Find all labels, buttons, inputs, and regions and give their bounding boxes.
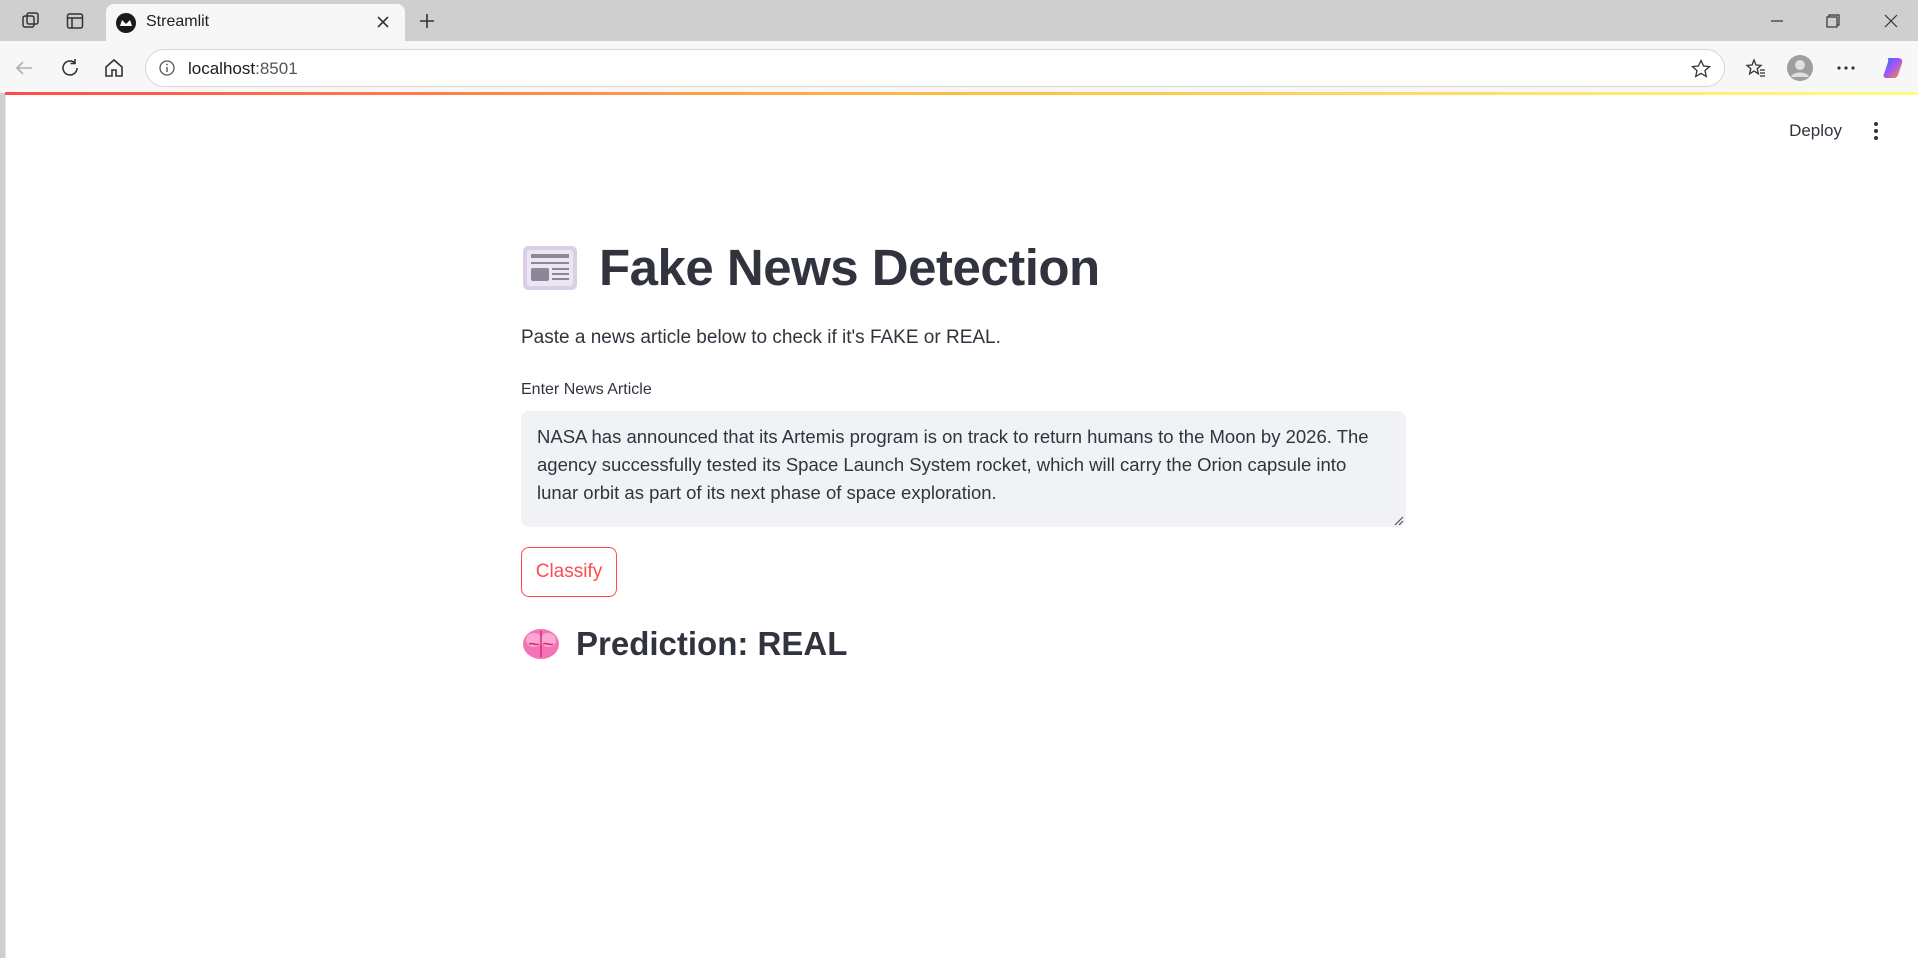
brain-icon	[521, 626, 561, 662]
classify-button[interactable]: Classify	[521, 547, 617, 597]
tab-actions-icon[interactable]	[62, 8, 88, 34]
reload-icon[interactable]	[56, 54, 84, 82]
news-article-label: Enter News Article	[521, 381, 652, 398]
tab-close-icon[interactable]	[371, 10, 395, 34]
more-options-icon[interactable]	[1832, 54, 1860, 82]
url-text: localhost:8501	[188, 59, 298, 79]
newspaper-icon	[521, 243, 579, 293]
favorite-star-icon[interactable]	[1690, 58, 1712, 80]
page-title-row: Fake News Detection	[521, 238, 1100, 297]
app-page: Deploy Fake News Detection Paste a news …	[5, 95, 1918, 958]
profile-avatar-icon[interactable]	[1785, 53, 1815, 83]
favorites-icon[interactable]	[1742, 54, 1770, 82]
page-title: Fake News Detection	[599, 239, 1100, 296]
window-close-icon[interactable]	[1878, 8, 1904, 34]
url-host: localhost	[188, 59, 256, 78]
streamlit-favicon-icon	[116, 13, 136, 33]
restore-icon[interactable]	[1820, 8, 1846, 34]
url-port: :8501	[255, 59, 298, 78]
news-article-input[interactable]: NASA has announced that its Artemis prog…	[521, 411, 1406, 527]
browser-tab-bar: Streamlit	[0, 0, 1918, 41]
home-icon[interactable]	[100, 54, 128, 82]
prediction-row: Prediction: REAL	[521, 625, 847, 663]
minimize-icon[interactable]	[1764, 8, 1790, 34]
resize-handle-icon[interactable]	[1393, 514, 1405, 526]
browser-tab-active[interactable]: Streamlit	[106, 4, 405, 41]
deploy-button[interactable]: Deploy	[1789, 121, 1842, 141]
prediction-result: Prediction: REAL	[576, 625, 848, 662]
workspaces-icon[interactable]	[18, 8, 44, 34]
address-bar[interactable]: localhost:8501	[145, 49, 1725, 87]
browser-toolbar: localhost:8501	[0, 41, 1918, 93]
main-menu-icon[interactable]	[1868, 119, 1884, 143]
new-tab-icon[interactable]	[414, 8, 440, 34]
back-icon[interactable]	[10, 54, 38, 82]
page-subtitle: Paste a news article below to check if i…	[521, 327, 1001, 348]
copilot-icon[interactable]	[1878, 53, 1908, 83]
site-info-icon[interactable]	[158, 59, 176, 77]
tab-title: Streamlit	[146, 13, 210, 30]
